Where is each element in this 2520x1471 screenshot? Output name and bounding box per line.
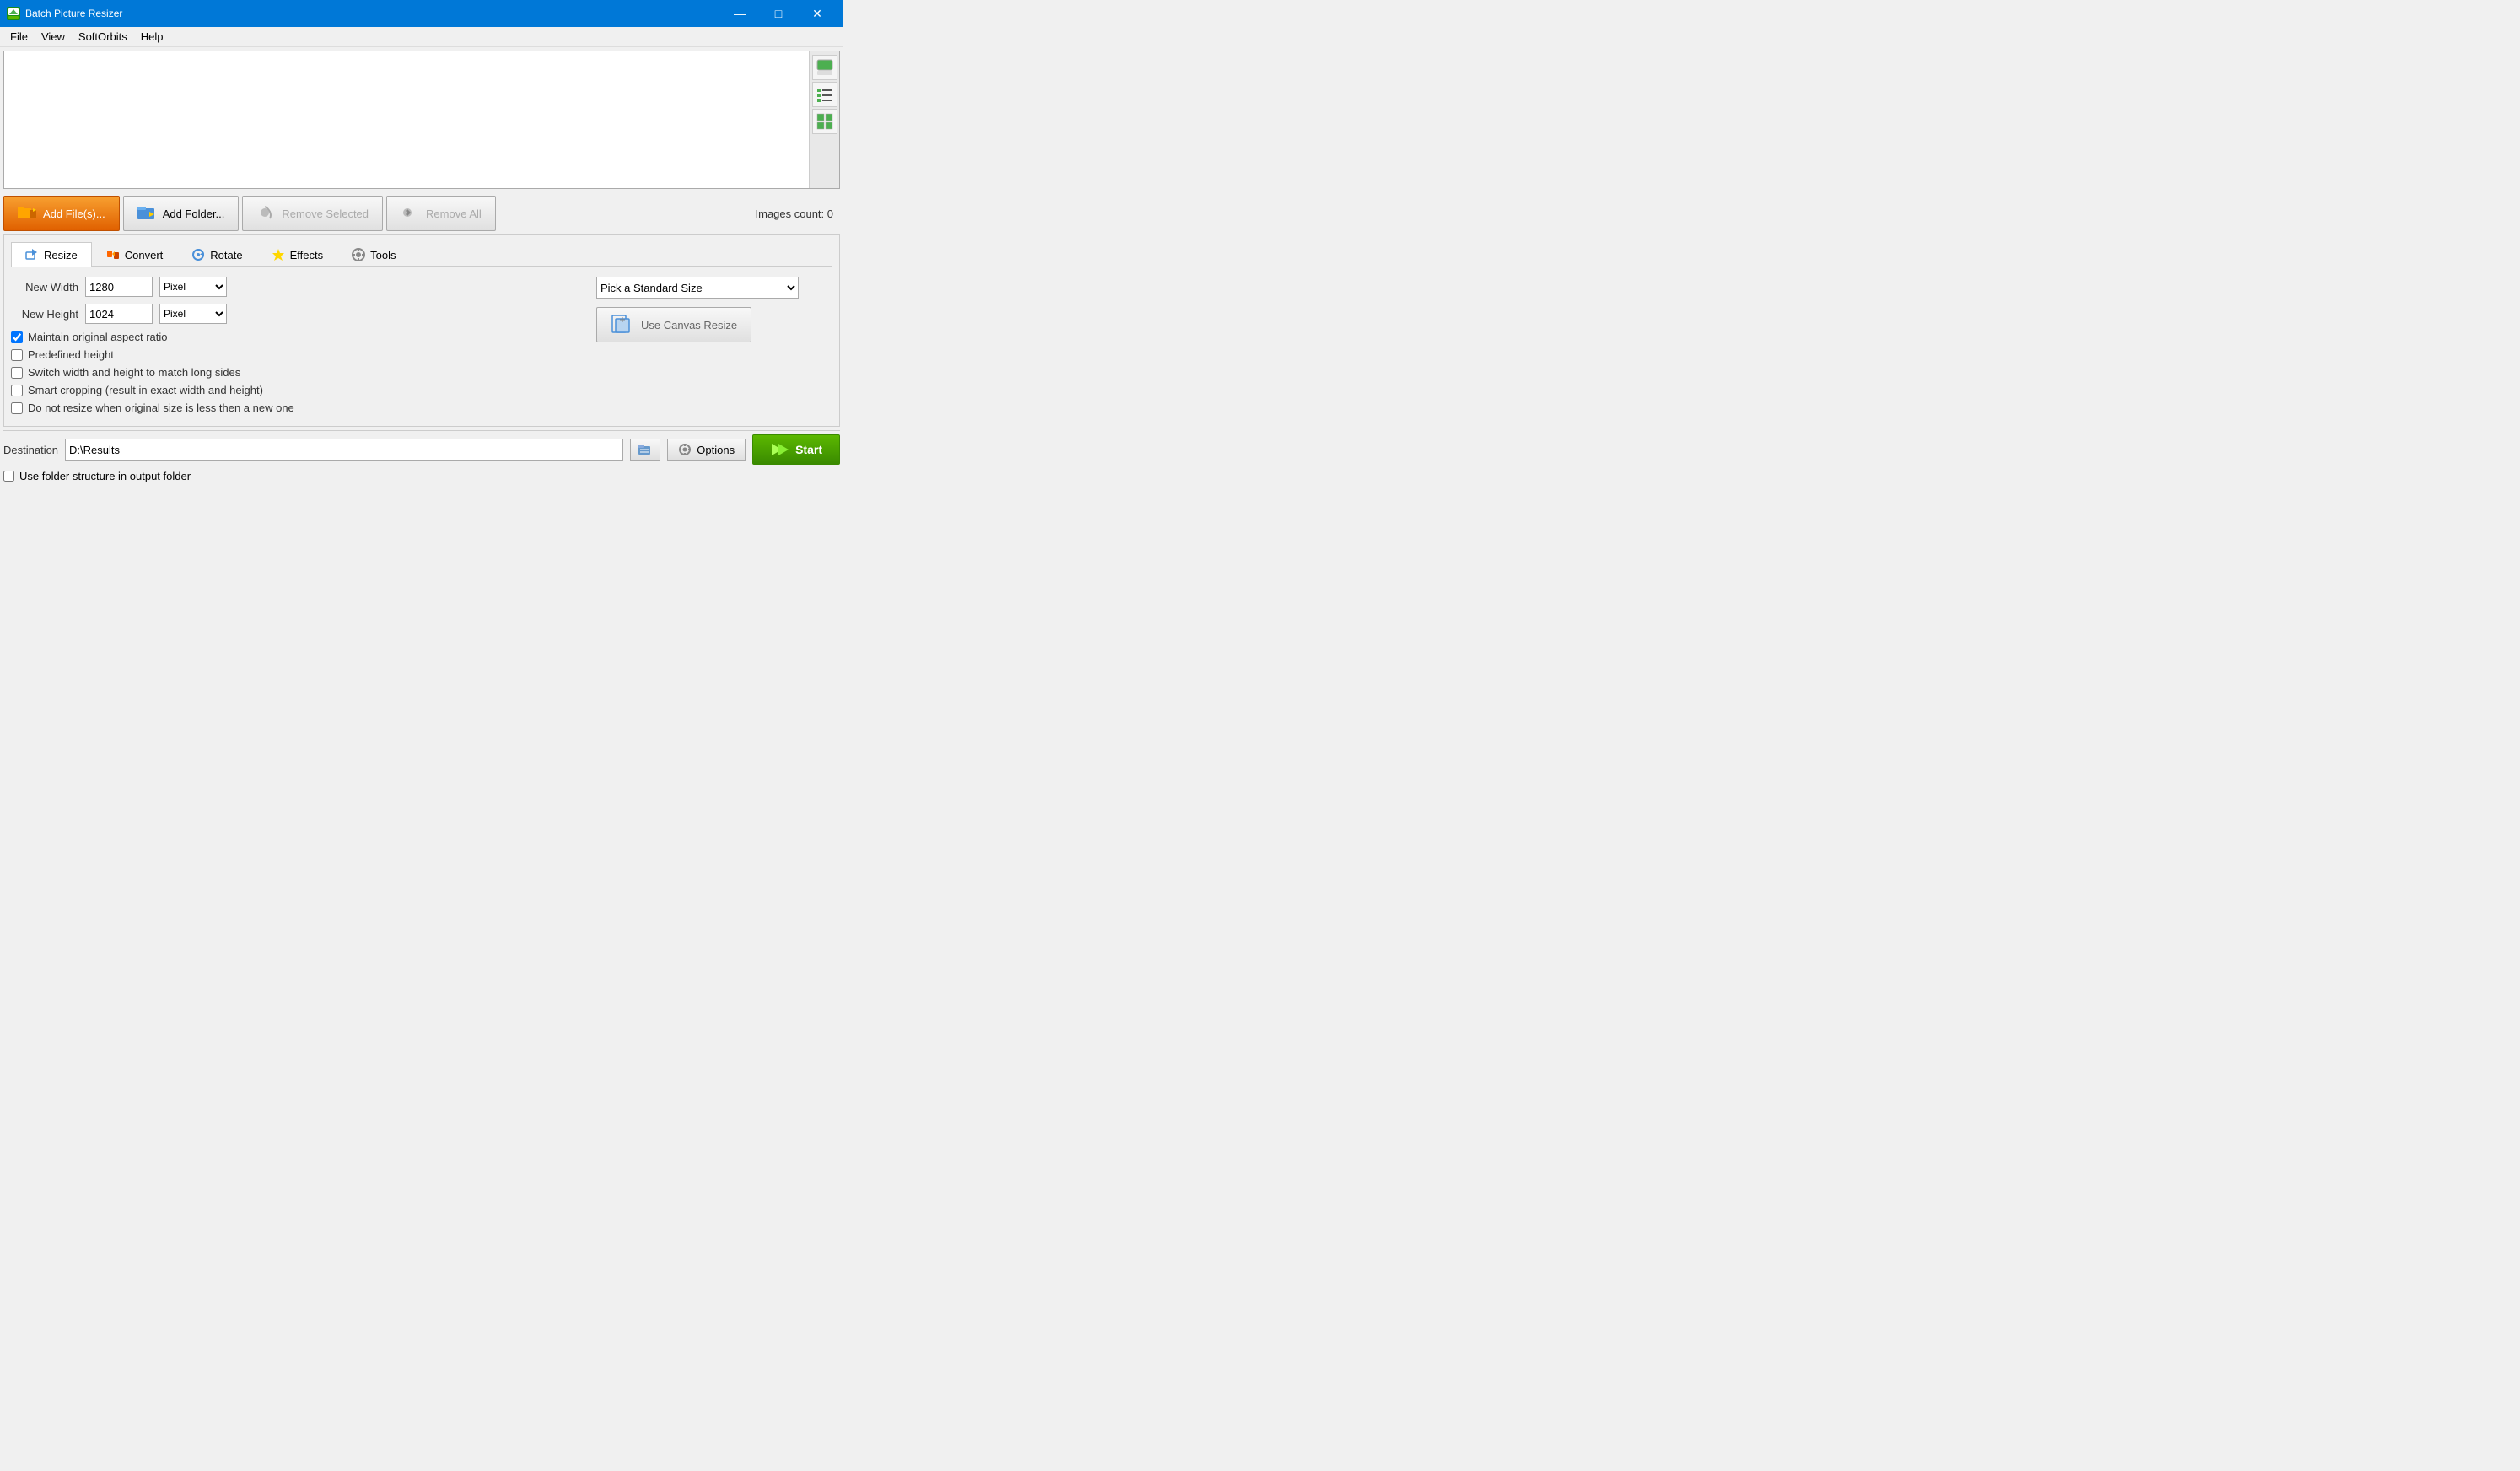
- large-thumb-icon: [816, 59, 833, 76]
- add-folder-button[interactable]: Add Folder...: [123, 196, 240, 231]
- width-label: New Width: [11, 281, 78, 294]
- use-folder-structure-checkbox[interactable]: [3, 471, 14, 482]
- width-row: New Width Pixel Percent: [11, 277, 579, 297]
- list-view-icon: [816, 86, 833, 103]
- do-not-resize-label[interactable]: Do not resize when original size is less…: [28, 401, 294, 414]
- add-folder-label: Add Folder...: [163, 207, 225, 220]
- close-button[interactable]: ✕: [798, 0, 837, 27]
- destination-browse-button[interactable]: [630, 439, 660, 461]
- title-bar: Batch Picture Resizer — □ ✕: [0, 0, 843, 27]
- switch-width-height-label[interactable]: Switch width and height to match long si…: [28, 366, 240, 379]
- tab-effects[interactable]: Effects: [257, 242, 338, 267]
- switch-width-height-row: Switch width and height to match long si…: [11, 366, 579, 379]
- destination-label: Destination: [3, 444, 58, 456]
- add-files-button[interactable]: Add File(s)...: [3, 196, 120, 231]
- height-unit-select[interactable]: Pixel Percent: [159, 304, 227, 324]
- images-count: Images count: 0: [756, 207, 841, 220]
- resize-form: New Width Pixel Percent New Height Pixel…: [11, 277, 832, 419]
- smart-cropping-row: Smart cropping (result in exact width an…: [11, 384, 579, 396]
- remove-all-icon: [401, 205, 419, 223]
- smart-cropping-label[interactable]: Smart cropping (result in exact width an…: [28, 384, 263, 396]
- do-not-resize-checkbox[interactable]: [11, 402, 23, 414]
- tools-tab-icon: [352, 248, 365, 261]
- large-thumb-view-button[interactable]: [812, 55, 837, 80]
- predefined-height-checkbox[interactable]: [11, 349, 23, 361]
- menu-view[interactable]: View: [35, 29, 72, 45]
- title-bar-left: Batch Picture Resizer: [7, 7, 122, 20]
- right-sidebar: [809, 51, 839, 188]
- width-unit-select[interactable]: Pixel Percent: [159, 277, 227, 297]
- settings-left: New Width Pixel Percent New Height Pixel…: [11, 277, 579, 419]
- tab-resize[interactable]: Resize: [11, 242, 92, 267]
- maintain-aspect-label[interactable]: Maintain original aspect ratio: [28, 331, 167, 343]
- options-gear-icon: [678, 443, 692, 456]
- switch-width-height-checkbox[interactable]: [11, 367, 23, 379]
- width-input[interactable]: [85, 277, 153, 297]
- maintain-aspect-checkbox[interactable]: [11, 331, 23, 343]
- remove-all-button[interactable]: Remove All: [386, 196, 496, 231]
- tabs-bar: Resize Convert Rotate: [11, 242, 832, 267]
- tab-resize-label: Resize: [44, 249, 78, 261]
- remove-selected-label: Remove Selected: [282, 207, 369, 220]
- use-folder-structure-label[interactable]: Use folder structure in output folder: [19, 470, 191, 482]
- remove-all-label: Remove All: [426, 207, 482, 220]
- folder-structure-row: Use folder structure in output folder: [3, 468, 840, 484]
- predefined-height-row: Predefined height: [11, 348, 579, 361]
- options-label: Options: [697, 444, 735, 456]
- grid-view-icon: [816, 113, 833, 130]
- main-content: Add File(s)... Add Folder... Remove S: [0, 47, 843, 491]
- file-list-area: [3, 51, 840, 189]
- menu-help[interactable]: Help: [134, 29, 170, 45]
- options-button[interactable]: Options: [667, 439, 746, 461]
- list-view-button[interactable]: [812, 82, 837, 107]
- browse-icon: [638, 442, 653, 457]
- restore-button[interactable]: □: [759, 0, 798, 27]
- grid-view-button[interactable]: [812, 109, 837, 134]
- effects-tab-icon: [272, 248, 285, 261]
- app-icon: [7, 7, 20, 20]
- toolbar: Add File(s)... Add Folder... Remove S: [3, 192, 840, 234]
- height-input[interactable]: [85, 304, 153, 324]
- menu-bar: File View SoftOrbits Help: [0, 27, 843, 47]
- height-label: New Height: [11, 308, 78, 321]
- tab-tools[interactable]: Tools: [337, 242, 410, 267]
- minimize-button[interactable]: —: [720, 0, 759, 27]
- rotate-tab-icon: [191, 248, 205, 261]
- canvas-resize-icon: [611, 312, 634, 338]
- add-folder-icon: [137, 205, 156, 223]
- convert-tab-icon: [106, 248, 120, 261]
- canvas-resize-label: Use Canvas Resize: [641, 319, 737, 331]
- remove-selected-button[interactable]: Remove Selected: [242, 196, 383, 231]
- tab-effects-label: Effects: [290, 249, 324, 261]
- add-files-icon: [18, 205, 36, 223]
- resize-tab-icon: [25, 248, 39, 261]
- tab-rotate-label: Rotate: [210, 249, 242, 261]
- add-files-label: Add File(s)...: [43, 207, 105, 220]
- start-button[interactable]: Start: [752, 434, 840, 465]
- menu-softorbits[interactable]: SoftOrbits: [72, 29, 134, 45]
- predefined-height-label[interactable]: Predefined height: [28, 348, 114, 361]
- destination-input[interactable]: [65, 439, 623, 461]
- tab-tools-label: Tools: [370, 249, 396, 261]
- bottom-area: Destination Option: [3, 430, 840, 488]
- canvas-resize-button[interactable]: Use Canvas Resize: [596, 307, 751, 342]
- tab-convert[interactable]: Convert: [92, 242, 178, 267]
- do-not-resize-row: Do not resize when original size is less…: [11, 401, 579, 414]
- height-row: New Height Pixel Percent: [11, 304, 579, 324]
- menu-file[interactable]: File: [3, 29, 35, 45]
- use-folder-structure-row: Use folder structure in output folder: [3, 470, 191, 482]
- destination-bar: Destination Option: [3, 430, 840, 468]
- maintain-aspect-row: Maintain original aspect ratio: [11, 331, 579, 343]
- smart-cropping-checkbox[interactable]: [11, 385, 23, 396]
- title-bar-title: Batch Picture Resizer: [25, 8, 122, 19]
- standard-size-select[interactable]: Pick a Standard Size 800x600 1024x768 12…: [596, 277, 799, 299]
- tab-convert-label: Convert: [125, 249, 164, 261]
- tab-rotate[interactable]: Rotate: [177, 242, 256, 267]
- settings-panel: Resize Convert Rotate: [3, 234, 840, 427]
- remove-selected-icon: [256, 205, 275, 223]
- start-label: Start: [795, 443, 822, 456]
- title-bar-controls: — □ ✕: [720, 0, 837, 27]
- settings-right: Pick a Standard Size 800x600 1024x768 12…: [596, 277, 832, 419]
- start-icon: [770, 442, 789, 457]
